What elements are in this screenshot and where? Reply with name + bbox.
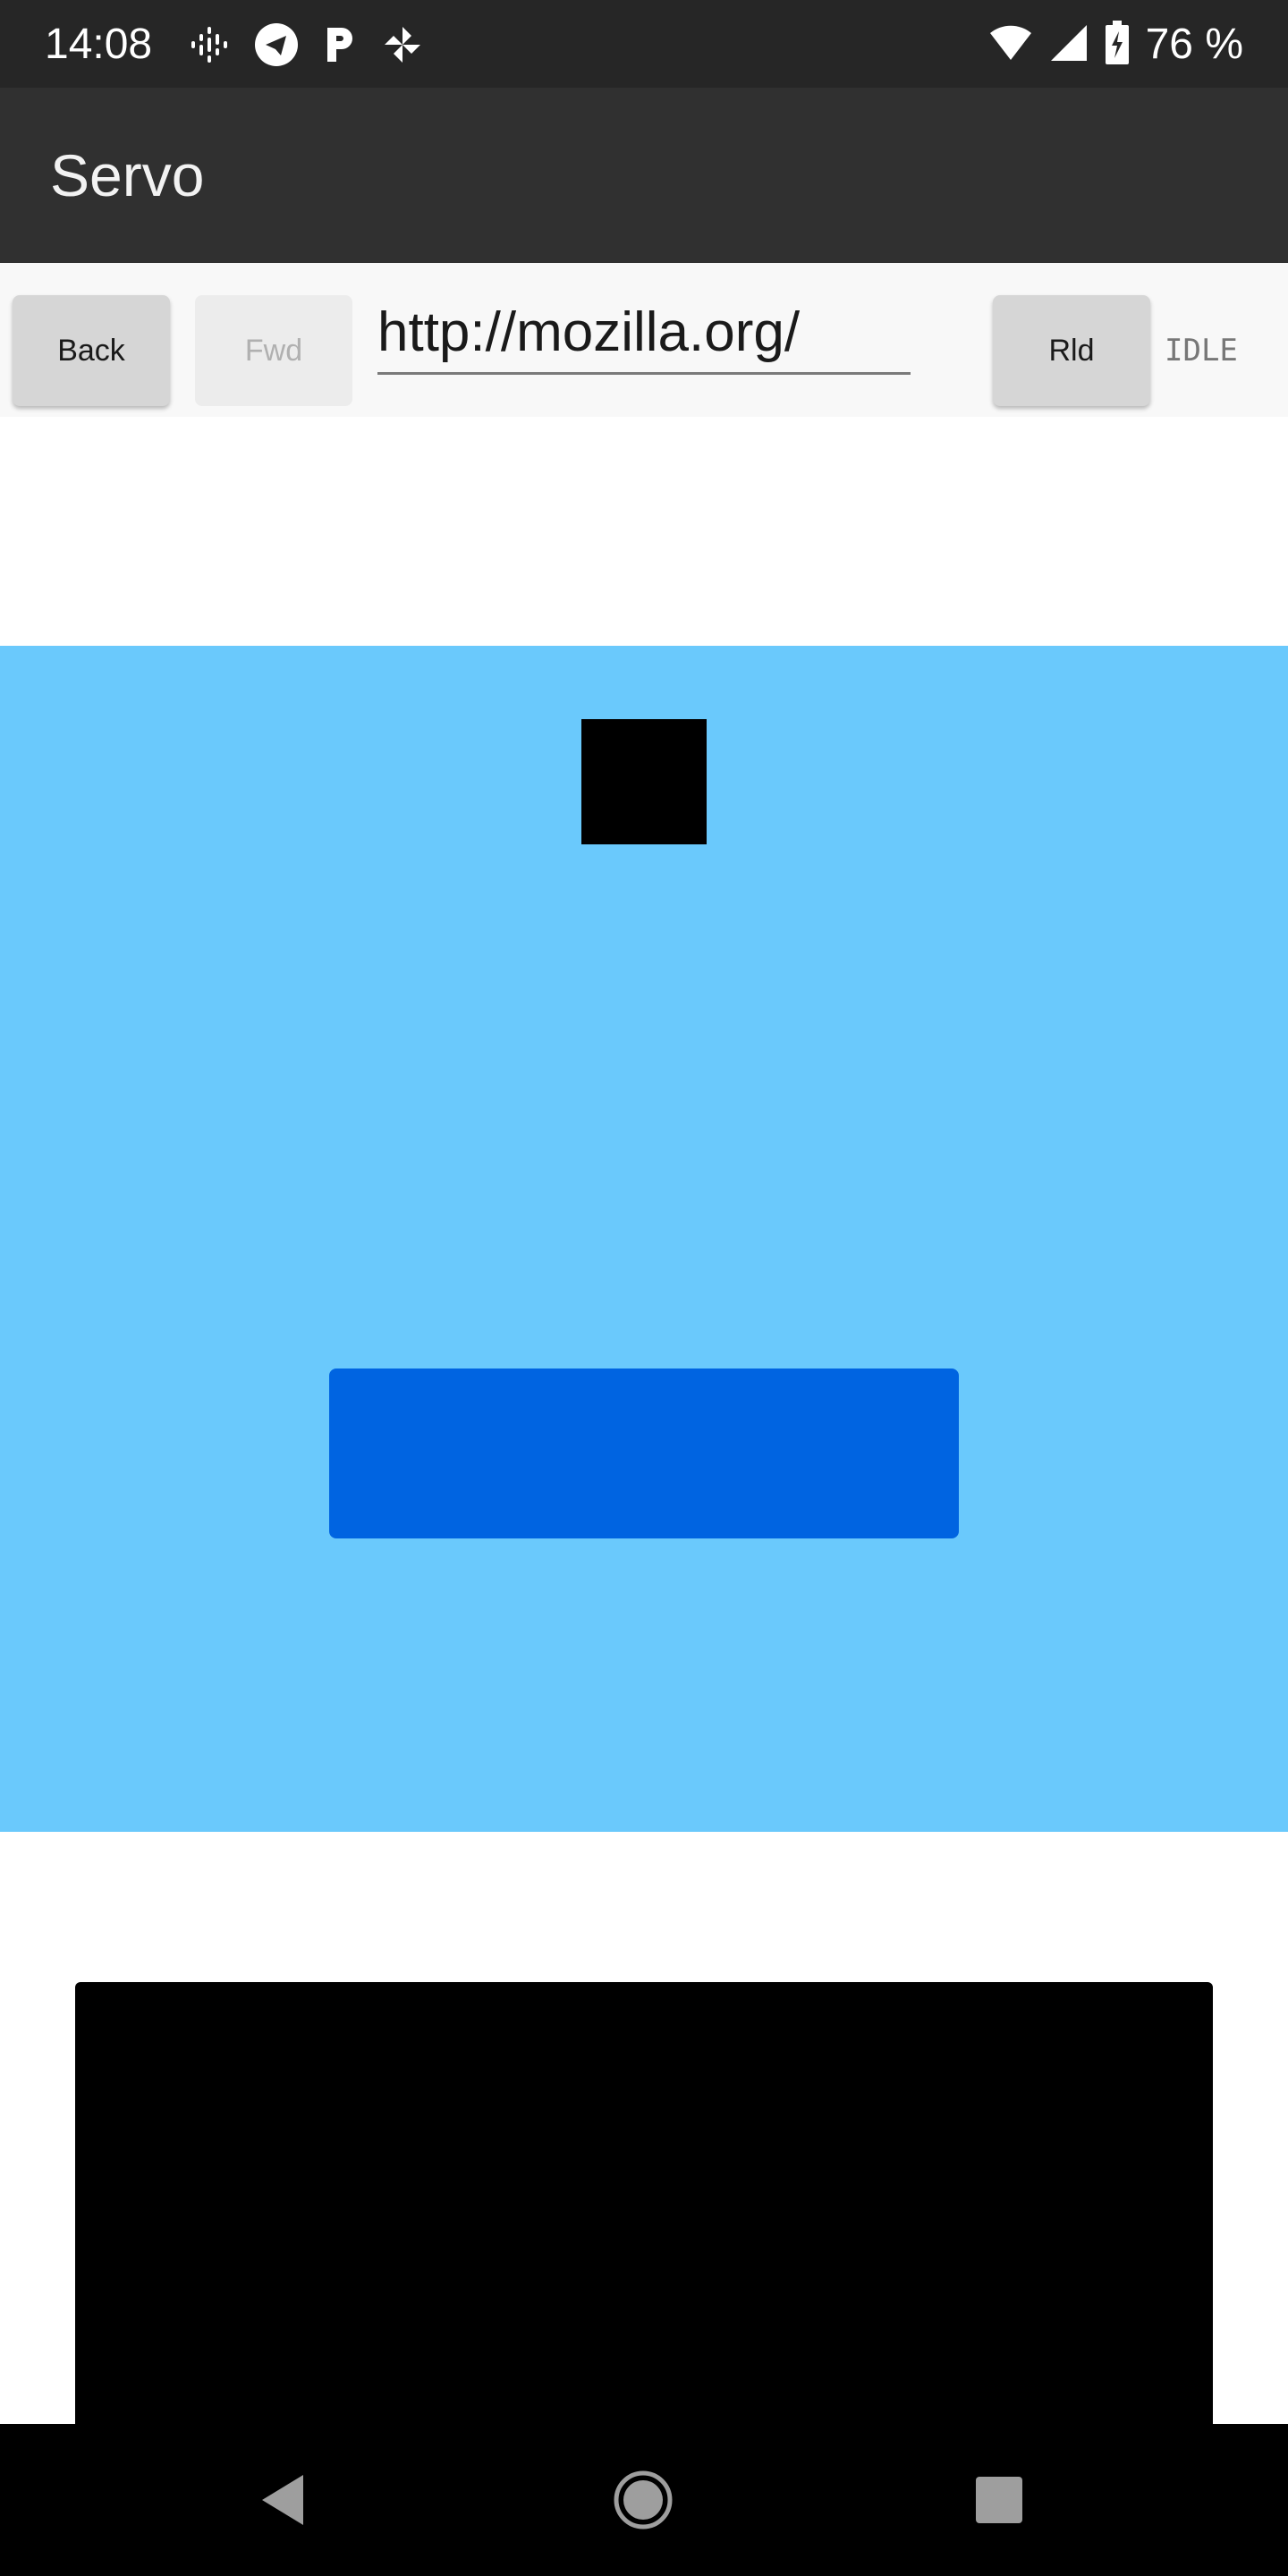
url-input[interactable] [377, 292, 911, 375]
black-square-image [581, 719, 707, 844]
battery-charging-icon [1105, 20, 1130, 70]
notification-icons [188, 21, 424, 68]
app-bar: Servo [0, 88, 1288, 263]
back-button[interactable]: Back [13, 295, 170, 406]
cell-signal-icon [1049, 23, 1089, 67]
status-bar: 14:08 76 % [0, 0, 1288, 88]
forward-button[interactable]: Fwd [195, 295, 352, 406]
nav-home-icon [614, 2470, 673, 2529]
web-content[interactable] [0, 417, 1288, 2424]
battery-percentage: 76 % [1145, 21, 1243, 68]
nav-recents-icon [976, 2477, 1022, 2523]
p-letter-icon [322, 22, 358, 67]
nav-recents-button[interactable] [959, 2460, 1039, 2540]
hero-cta-button[interactable] [329, 1368, 959, 1538]
nav-back-icon [262, 2475, 303, 2525]
device-screen: 14:08 76 % Servo Back Fwd Rld http://moz… [0, 0, 1288, 2576]
pinwheel-icon [381, 23, 424, 66]
hero-section [0, 646, 1288, 1832]
system-icons: 76 % [988, 18, 1243, 72]
system-nav-bar [0, 2424, 1288, 2576]
black-content-block [75, 1982, 1213, 2424]
wifi-icon [988, 24, 1033, 66]
status-time: 14:08 [45, 21, 153, 68]
load-status-label: IDLE [1165, 333, 1238, 369]
nav-back-button[interactable] [243, 2460, 324, 2540]
reload-button[interactable]: Rld [993, 295, 1150, 406]
telegram-icon [254, 22, 299, 67]
app-title: Servo [50, 142, 205, 208]
podcast-icon [188, 23, 231, 66]
nav-home-button[interactable] [603, 2460, 683, 2540]
